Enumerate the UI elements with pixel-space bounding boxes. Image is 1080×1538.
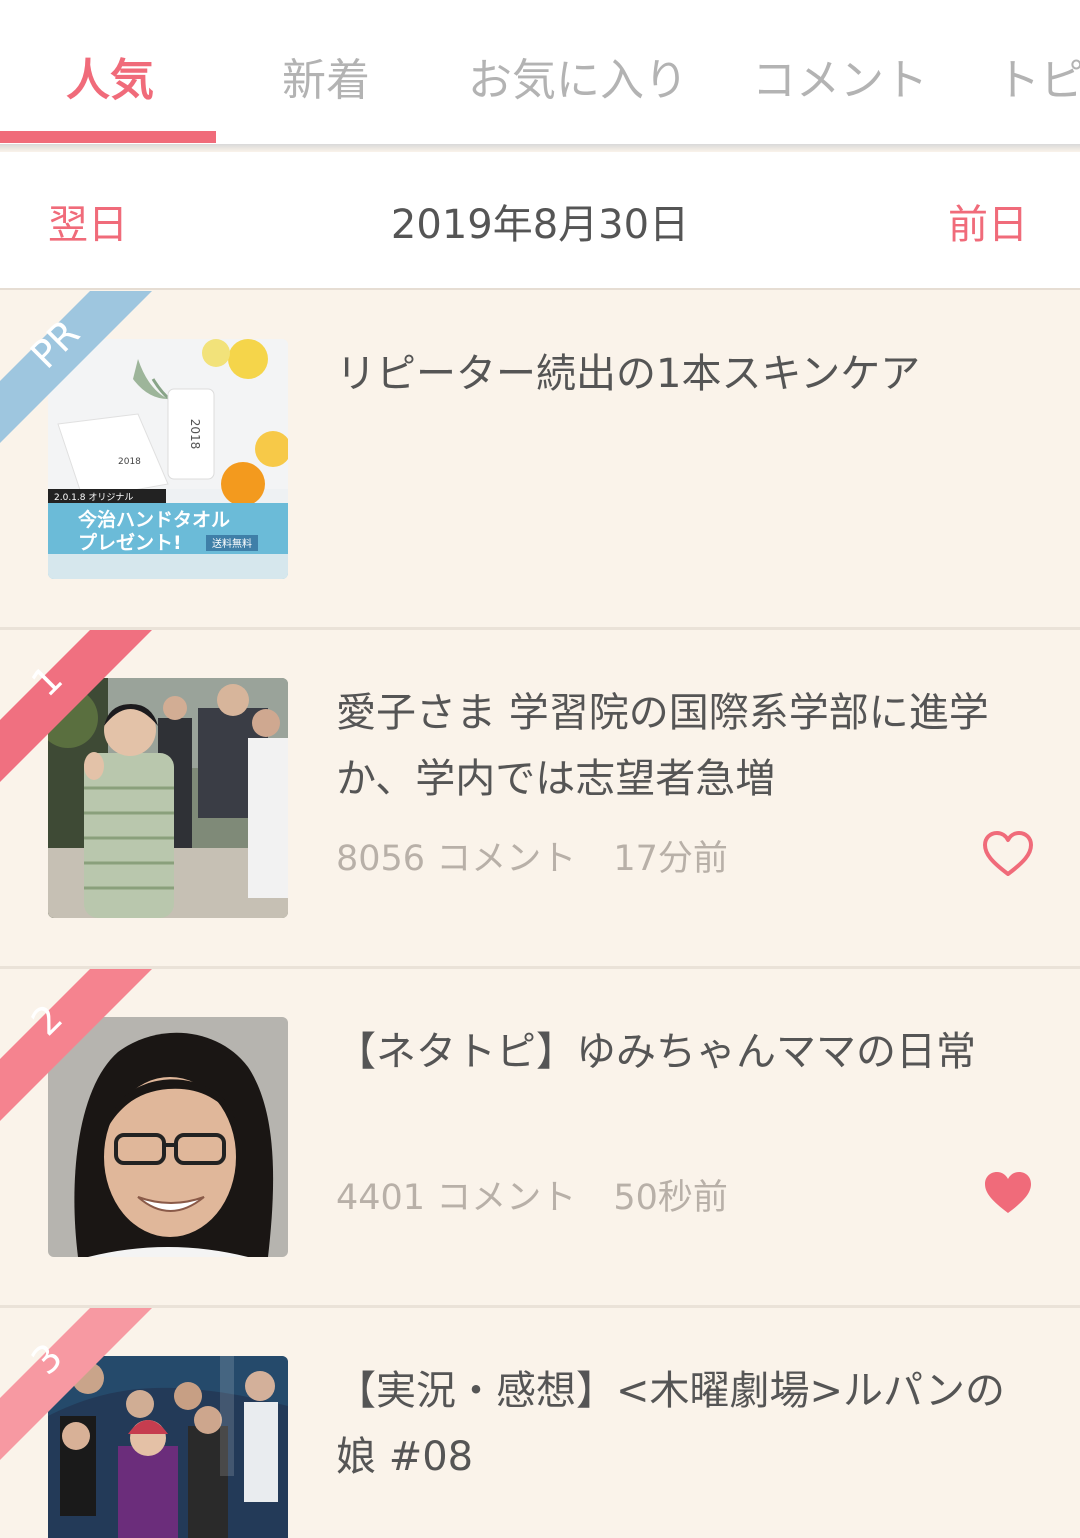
svg-text:2.0.1.8 オリジナル: 2.0.1.8 オリジナル	[54, 492, 133, 503]
tab-favorites[interactable]: お気に入り	[468, 44, 688, 108]
active-tab-indicator	[0, 131, 216, 143]
item-title: 【ネタトピ】ゆみちゃんママの日常	[336, 1029, 976, 1075]
svg-text:送料無料: 送料無料	[212, 537, 252, 550]
favorite-heart-outline-icon[interactable]	[982, 830, 1034, 878]
svg-text:2018: 2018	[118, 457, 141, 467]
tab-popular[interactable]: 人気	[66, 44, 154, 108]
item-title: 【実況・感想】<木曜劇場>ルパンの娘 #08	[336, 1368, 1006, 1480]
list-item-rank-1[interactable]: 1 愛子さま 学習院の国際系学部に進学か、学内では志望者急増 8056 コメント…	[0, 630, 1080, 969]
tab-comments[interactable]: コメント	[752, 44, 928, 108]
list-item-pr[interactable]: 2018 2018 2.0.1.8 オリジナル 今治ハンドタオル プレゼント! …	[0, 291, 1080, 630]
item-title: リピーター続出の1本スキンケア	[336, 351, 921, 397]
pr-ribbon: PR	[0, 291, 152, 443]
svg-text:2018: 2018	[188, 419, 202, 450]
list-item-rank-3[interactable]: 3 【実況・感想】<木曜劇場>ルパンの娘 #08	[0, 1308, 1080, 1538]
comment-count: 8056 コメント	[336, 839, 577, 879]
tab-topics[interactable]: トピ	[996, 44, 1080, 108]
rank-ribbon: 1	[0, 630, 152, 782]
comment-count: 4401 コメント	[336, 1178, 577, 1218]
rank-ribbon: 2	[0, 969, 152, 1121]
posted-time: 17分前	[613, 839, 728, 879]
svg-text:プレゼント!: プレゼント!	[78, 531, 182, 554]
date-bar: 翌日 2019年8月30日 前日	[0, 152, 1080, 290]
current-date: 2019年8月30日	[390, 202, 690, 248]
posted-time: 50秒前	[613, 1178, 728, 1218]
item-meta: 4401 コメント 50秒前	[336, 1169, 754, 1220]
tab-bar: 人気 新着 お気に入り コメント トピ	[0, 0, 1080, 144]
tab-bar-shadow	[0, 144, 1080, 152]
favorite-heart-filled-icon[interactable]	[982, 1169, 1034, 1217]
svg-text:今治ハンドタオル: 今治ハンドタオル	[77, 508, 230, 531]
tab-new[interactable]: 新着	[282, 44, 370, 108]
list-item-rank-2[interactable]: 2 【ネタトピ】ゆみちゃんママの日常 4401 コメント 50秒前	[0, 969, 1080, 1308]
topic-list: 2018 2018 2.0.1.8 オリジナル 今治ハンドタオル プレゼント! …	[0, 291, 1080, 1538]
item-title: 愛子さま 学習院の国際系学部に進学か、学内では志望者急増	[336, 690, 989, 802]
previous-day-button[interactable]: 前日	[948, 192, 1028, 250]
item-meta: 8056 コメント 17分前	[336, 830, 754, 881]
rank-ribbon: 3	[0, 1308, 152, 1460]
